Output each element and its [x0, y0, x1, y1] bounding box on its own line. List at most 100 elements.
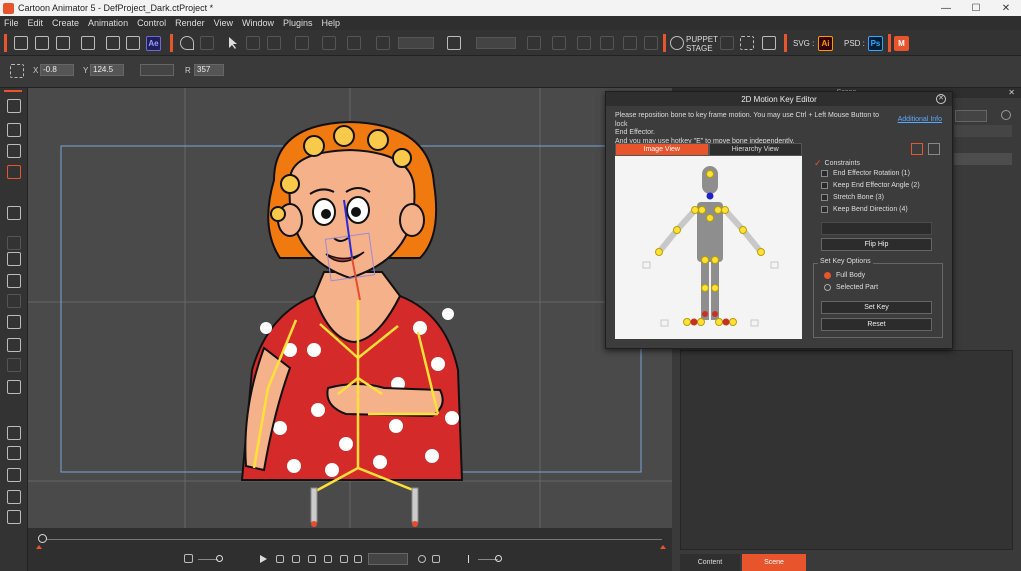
menu-animation[interactable]: Animation	[88, 18, 128, 28]
sprite-icon[interactable]	[7, 206, 21, 220]
play-icon[interactable]	[260, 555, 267, 563]
scene-list-row[interactable]	[954, 153, 1012, 165]
volume-icon[interactable]	[468, 555, 474, 563]
tab-image-view[interactable]: Image View	[615, 143, 709, 156]
puppet-stage-label-top[interactable]: PUPPET	[686, 35, 718, 44]
constraint-mode-icon[interactable]	[911, 143, 923, 155]
motion-key-icon[interactable]	[7, 274, 21, 288]
fullscreen-icon[interactable]	[740, 36, 754, 50]
menu-render[interactable]: Render	[175, 18, 205, 28]
prev-frame-icon[interactable]	[308, 555, 316, 563]
after-effects-icon[interactable]: Ae	[146, 36, 161, 51]
checkbox[interactable]	[821, 194, 828, 201]
menu-create[interactable]: Create	[52, 18, 79, 28]
stage-canvas[interactable]	[28, 88, 672, 528]
camera-icon[interactable]	[184, 554, 193, 563]
reset-button[interactable]: Reset	[821, 318, 932, 331]
close-button[interactable]: ✕	[991, 3, 1021, 14]
puppet-icon[interactable]	[7, 123, 21, 137]
stop-icon[interactable]	[276, 555, 284, 563]
dialog-close-icon[interactable]: ✕	[936, 94, 946, 104]
illustrator-icon[interactable]: Ai	[818, 36, 833, 51]
checkbox[interactable]	[821, 206, 828, 213]
layer-up-icon[interactable]	[577, 36, 591, 50]
tab-hierarchy-view[interactable]: Hierarchy View	[708, 143, 802, 156]
lock-icon[interactable]	[644, 36, 658, 50]
select-arrow-icon[interactable]	[226, 36, 240, 50]
bone-tool-icon[interactable]	[7, 99, 21, 113]
menu-control[interactable]: Control	[137, 18, 166, 28]
motion-curve-icon[interactable]	[7, 165, 21, 179]
move-icon[interactable]	[246, 36, 260, 50]
play-arrow-icon[interactable]	[7, 510, 21, 524]
radio-unselected[interactable]	[824, 284, 831, 291]
checkbox[interactable]	[821, 170, 828, 177]
save-icon[interactable]	[56, 36, 70, 50]
marketplace-icon[interactable]: M	[894, 36, 909, 51]
head-icon[interactable]	[7, 315, 21, 329]
menu-edit[interactable]: Edit	[28, 18, 44, 28]
set-key-button[interactable]: Set Key	[821, 301, 932, 314]
new-file-icon[interactable]	[14, 36, 28, 50]
flip-hip-button[interactable]: Flip Hip	[821, 238, 932, 251]
layer-down-icon[interactable]	[600, 36, 614, 50]
menu-help[interactable]: Help	[322, 18, 341, 28]
import-icon[interactable]	[106, 36, 120, 50]
radio-selected[interactable]	[824, 272, 831, 279]
menu-window[interactable]: Window	[242, 18, 274, 28]
frame-input[interactable]	[368, 553, 408, 565]
range-end-marker[interactable]	[660, 545, 666, 549]
stretch-bone-checkbox[interactable]: Stretch Bone (3)	[821, 194, 884, 201]
stage-viewport[interactable]	[28, 88, 672, 528]
export-icon[interactable]	[126, 36, 140, 50]
brush-icon[interactable]	[7, 490, 21, 504]
render-icon[interactable]	[762, 36, 776, 50]
scene-search-input[interactable]	[955, 110, 987, 122]
clean-icon[interactable]	[81, 36, 95, 50]
flip-icon[interactable]	[322, 36, 336, 50]
z-input[interactable]	[140, 64, 174, 76]
face-key-icon[interactable]	[7, 252, 21, 266]
playhead-handle[interactable]	[38, 534, 47, 543]
keep-end-effector-angle-checkbox[interactable]: Keep End Effector Angle (2)	[821, 182, 920, 189]
next-frame-icon[interactable]	[324, 555, 332, 563]
bone-preview[interactable]	[615, 156, 802, 339]
maximize-button[interactable]: ☐	[961, 3, 991, 14]
loop-icon[interactable]	[354, 555, 362, 563]
timeline-track[interactable]	[42, 539, 662, 540]
zoom-dropdown[interactable]	[398, 37, 434, 49]
photoshop-icon[interactable]: Ps	[868, 36, 883, 51]
composer-icon[interactable]	[7, 144, 21, 158]
spring-icon[interactable]	[7, 468, 21, 482]
last-frame-icon[interactable]	[340, 555, 348, 563]
layer-icon[interactable]	[7, 426, 21, 440]
full-body-radio[interactable]: Full Body	[824, 272, 865, 279]
character-figure[interactable]	[240, 120, 464, 527]
deform-icon[interactable]	[7, 446, 21, 460]
scene-tree-area[interactable]	[680, 350, 1013, 550]
disabled-tool-icon[interactable]	[7, 358, 21, 372]
redo-icon[interactable]	[200, 36, 214, 50]
keep-bend-direction-checkbox[interactable]: Keep Bend Direction (4)	[821, 206, 908, 213]
open-folder-icon[interactable]	[35, 36, 49, 50]
menu-file[interactable]: File	[4, 18, 19, 28]
scale-icon[interactable]	[295, 36, 309, 50]
panel-close-icon[interactable]: ✕	[1008, 88, 1015, 97]
settings-icon[interactable]	[418, 555, 426, 563]
tab-scene[interactable]: Scene	[742, 554, 806, 571]
y-input[interactable]: 124.5	[90, 64, 124, 76]
align-icon[interactable]	[347, 36, 361, 50]
rotate-icon[interactable]	[267, 36, 281, 50]
bone-figure[interactable]	[615, 156, 802, 339]
zoom-icon[interactable]	[376, 36, 390, 50]
selected-part-radio[interactable]: Selected Part	[824, 284, 878, 291]
puppet-stage-label-bottom[interactable]: STAGE	[686, 44, 713, 53]
rotation-input[interactable]: 357	[194, 64, 224, 76]
puppet-stage-icon[interactable]	[670, 36, 684, 50]
first-frame-icon[interactable]	[292, 555, 300, 563]
menu-view[interactable]: View	[214, 18, 233, 28]
additional-info-link[interactable]: Additional Info	[898, 116, 942, 123]
body-icon[interactable]	[7, 338, 21, 352]
speed-slider[interactable]	[198, 559, 218, 560]
layer-dropdown[interactable]	[476, 37, 516, 49]
